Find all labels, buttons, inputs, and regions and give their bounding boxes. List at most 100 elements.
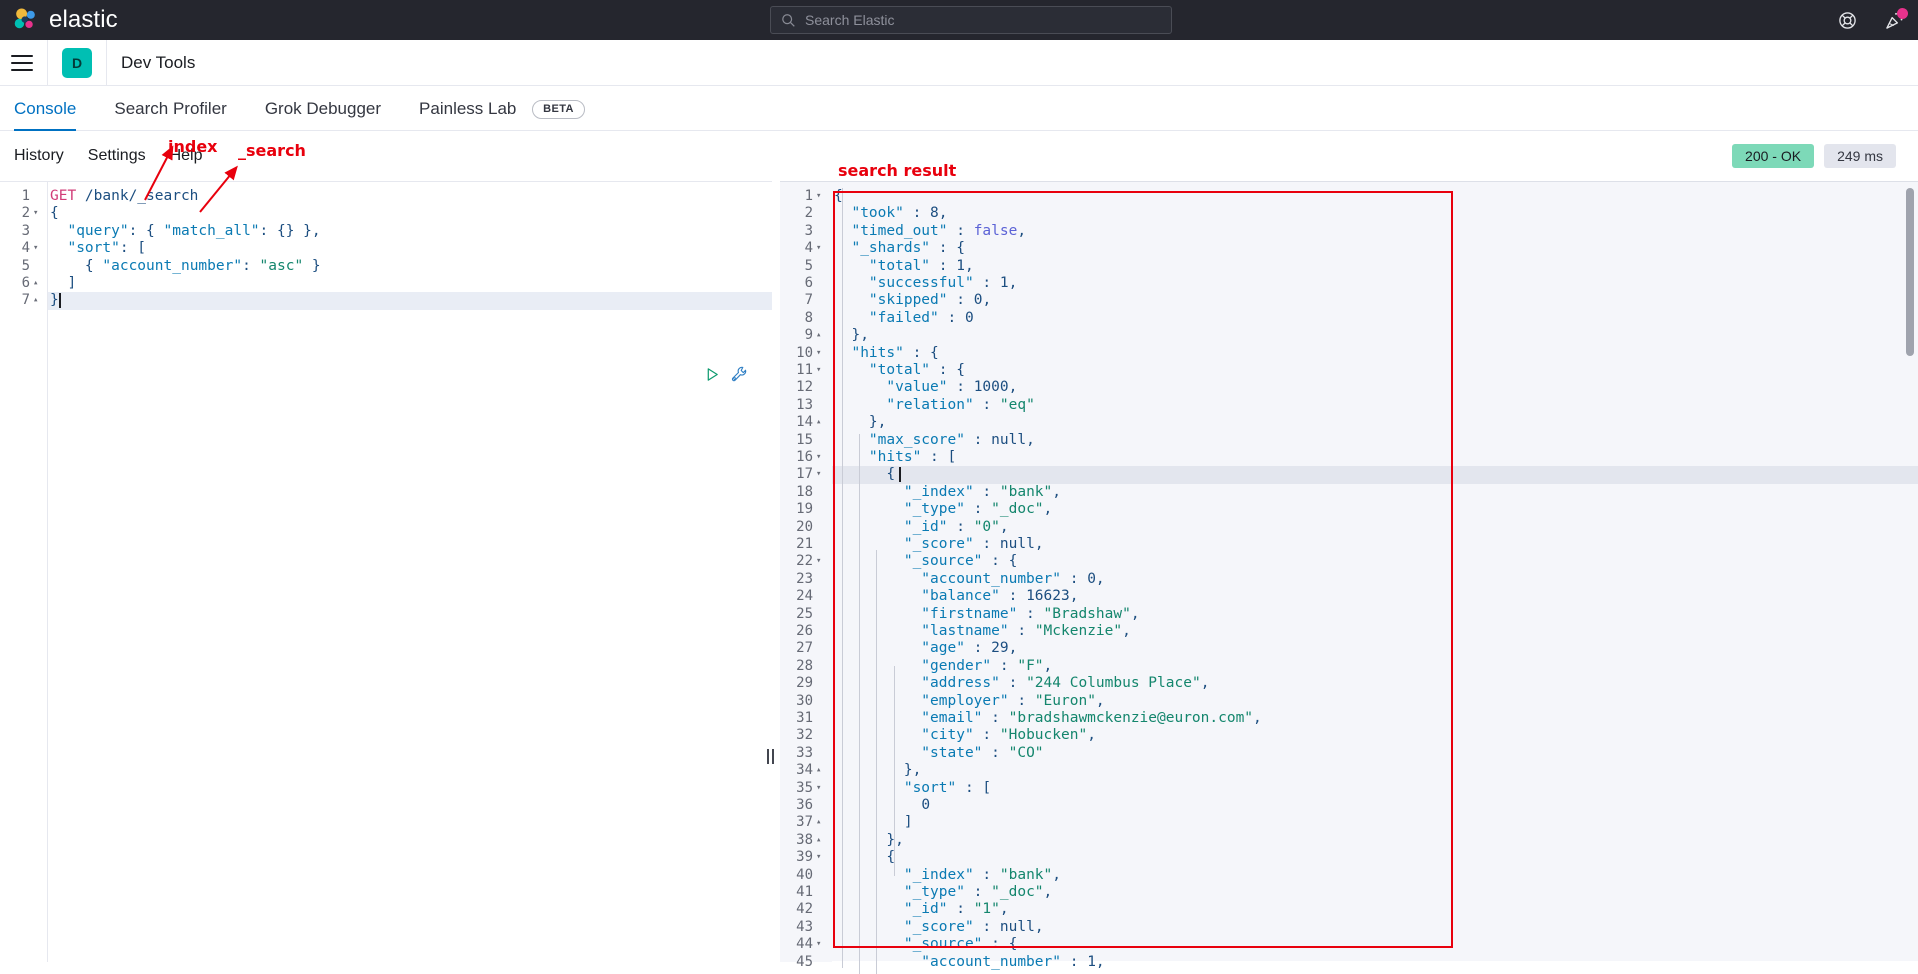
play-run-icon[interactable] — [705, 367, 720, 382]
code-fold-toggle[interactable]: ▾ — [816, 849, 821, 866]
line-number: 44 — [780, 936, 813, 953]
line-number: 4 — [0, 240, 30, 257]
line-number: 15 — [780, 432, 813, 449]
code-line: "query": { "match_all": {} }, — [50, 223, 321, 240]
global-search-input[interactable]: Search Elastic — [770, 6, 1172, 34]
code-token: } — [303, 258, 320, 274]
line-number: 3 — [0, 223, 30, 240]
line-number: 34 — [780, 762, 813, 779]
annotation-label-search-result: search result — [838, 161, 956, 180]
code-line: "sort": [ — [50, 240, 146, 257]
line-number: 40 — [780, 867, 813, 884]
code-fold-toggle[interactable]: ▾ — [816, 553, 821, 570]
text-cursor-request — [59, 293, 61, 308]
code-fold-toggle[interactable]: ▾ — [816, 466, 821, 483]
tab-search-profiler[interactable]: Search Profiler — [114, 99, 226, 130]
code-token: "account_number" — [834, 954, 1061, 970]
tab-console-label: Console — [14, 99, 76, 118]
line-number: 27 — [780, 640, 813, 657]
code-token: 1 — [1087, 954, 1096, 970]
code-token: ] — [50, 275, 76, 291]
code-fold-toggle[interactable]: ▾ — [33, 240, 38, 257]
tab-grok-debugger[interactable]: Grok Debugger — [265, 99, 381, 130]
brand-name: elastic — [49, 6, 118, 34]
line-number: 1 — [780, 188, 813, 205]
space-avatar[interactable]: D — [62, 48, 92, 78]
header-divider-2 — [106, 40, 107, 86]
hamburger-menu-icon[interactable] — [11, 55, 33, 71]
code-fold-toggle[interactable]: ▴ — [816, 414, 821, 431]
line-number: 41 — [780, 884, 813, 901]
party-popper-icon[interactable] — [1885, 11, 1904, 30]
code-fold-toggle[interactable]: ▾ — [816, 240, 821, 257]
line-number: 24 — [780, 588, 813, 605]
code-token: "query" — [50, 223, 129, 239]
code-fold-toggle[interactable]: ▴ — [33, 292, 38, 309]
tab-painless-lab[interactable]: Painless Lab BETA — [419, 99, 585, 130]
line-number: 3 — [780, 223, 813, 240]
page-title: Dev Tools — [121, 53, 195, 73]
code-fold-toggle[interactable]: ▾ — [816, 345, 821, 362]
annotation-label-index: index — [168, 137, 218, 156]
code-fold-toggle[interactable]: ▴ — [816, 327, 821, 344]
tab-painless-lab-label: Painless Lab — [419, 99, 516, 118]
line-number: 32 — [780, 727, 813, 744]
line-number: 1 — [0, 188, 30, 205]
line-number: 25 — [780, 606, 813, 623]
code-fold-toggle[interactable]: ▴ — [816, 832, 821, 849]
line-number: 5 — [0, 258, 30, 275]
line-number: 16 — [780, 449, 813, 466]
response-scrollbar[interactable] — [1906, 188, 1914, 356]
request-editor[interactable]: 1GET /bank/_search2▾{3 "query": { "match… — [0, 181, 772, 961]
search-icon — [781, 13, 796, 28]
code-fold-toggle[interactable]: ▾ — [816, 449, 821, 466]
code-fold-toggle[interactable]: ▴ — [816, 814, 821, 831]
tab-search-profiler-label: Search Profiler — [114, 99, 226, 118]
pane-resize-handle[interactable] — [764, 746, 776, 766]
tab-console[interactable]: Console — [14, 99, 76, 130]
brand[interactable]: elastic — [12, 6, 118, 34]
topbar-actions — [1838, 0, 1904, 40]
code-token: } — [50, 292, 59, 308]
code-fold-toggle[interactable]: ▴ — [33, 275, 38, 292]
line-number: 28 — [780, 658, 813, 675]
code-token: "sort" — [50, 240, 120, 256]
line-number: 23 — [780, 571, 813, 588]
code-fold-toggle[interactable]: ▾ — [816, 936, 821, 953]
line-number: 26 — [780, 623, 813, 640]
elastic-logo-icon — [12, 6, 40, 34]
beta-badge: BETA — [532, 100, 585, 119]
global-top-bar: elastic Search Elastic — [0, 0, 1918, 40]
request-actions — [705, 366, 748, 383]
line-number: 37 — [780, 814, 813, 831]
line-number: 29 — [780, 675, 813, 692]
subnav-history[interactable]: History — [14, 147, 64, 165]
code-fold-toggle[interactable]: ▾ — [816, 188, 821, 205]
line-number: 31 — [780, 710, 813, 727]
annotation-box-search-result — [833, 191, 1453, 948]
line-number: 13 — [780, 397, 813, 414]
code-fold-toggle[interactable]: ▾ — [33, 205, 38, 222]
line-number: 35 — [780, 780, 813, 797]
code-token: : — [242, 258, 259, 274]
notification-dot — [1897, 8, 1908, 19]
code-fold-toggle[interactable]: ▾ — [816, 362, 821, 379]
line-number: 43 — [780, 919, 813, 936]
code-fold-toggle[interactable]: ▾ — [816, 780, 821, 797]
wrench-options-icon[interactable] — [731, 366, 748, 383]
status-duration: 249 ms — [1824, 144, 1896, 168]
line-number: 12 — [780, 379, 813, 396]
response-status: 200 - OK 249 ms — [1732, 131, 1896, 181]
active-line-highlight — [48, 292, 772, 309]
code-line: } — [50, 292, 59, 309]
line-number: 4 — [780, 240, 813, 257]
app-header: D Dev Tools — [0, 40, 1918, 86]
help-lifebuoy-icon[interactable] — [1838, 11, 1857, 30]
subnav-settings[interactable]: Settings — [88, 147, 146, 165]
code-token: , — [1096, 954, 1105, 970]
line-number: 21 — [780, 536, 813, 553]
code-fold-toggle[interactable]: ▴ — [816, 762, 821, 779]
code-token: "account_number" — [102, 258, 242, 274]
code-line: GET /bank/_search — [50, 188, 198, 205]
line-number: 7 — [0, 292, 30, 309]
